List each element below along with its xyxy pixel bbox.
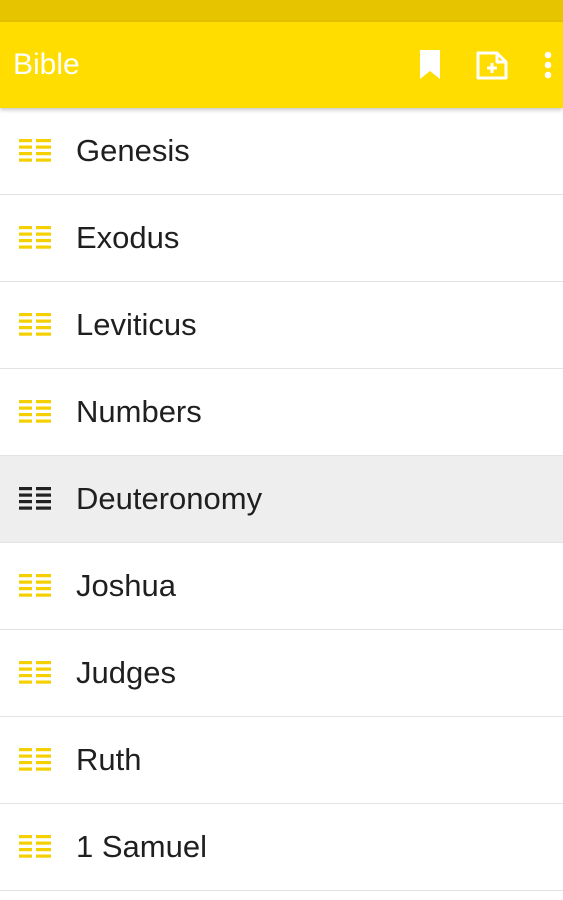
book-list-icon bbox=[19, 835, 51, 861]
book-label: Deuteronomy bbox=[76, 481, 263, 516]
book-label: Genesis bbox=[76, 133, 190, 168]
bookmark-icon bbox=[418, 50, 442, 80]
book-list-item[interactable]: Exodus bbox=[0, 195, 563, 282]
add-note-icon bbox=[476, 50, 508, 80]
book-list-item[interactable]: 1 Samuel bbox=[0, 804, 563, 891]
book-list-icon bbox=[19, 487, 51, 513]
book-list-icon bbox=[19, 313, 51, 339]
book-label: 1 Samuel bbox=[76, 829, 207, 864]
book-list-item[interactable]: Numbers bbox=[0, 369, 563, 456]
book-label: Ruth bbox=[76, 742, 142, 777]
book-list-item[interactable]: Judges bbox=[0, 630, 563, 717]
status-bar bbox=[0, 0, 563, 22]
book-list-item[interactable]: Deuteronomy bbox=[0, 456, 563, 543]
book-list-icon bbox=[19, 400, 51, 426]
book-label: Exodus bbox=[76, 220, 180, 255]
add-note-button[interactable] bbox=[468, 22, 516, 108]
book-list-item[interactable]: Genesis bbox=[0, 108, 563, 195]
book-label: Numbers bbox=[76, 394, 202, 429]
book-label: Judges bbox=[76, 655, 176, 690]
more-vert-icon bbox=[544, 51, 552, 79]
book-list-item[interactable]: Ruth bbox=[0, 717, 563, 804]
book-label: Leviticus bbox=[76, 307, 197, 342]
book-list-item[interactable]: Leviticus bbox=[0, 282, 563, 369]
book-list: Genesis Exodus Leviticus Numbers Deuteronomy… bbox=[0, 108, 563, 891]
bookmark-button[interactable] bbox=[408, 22, 452, 108]
book-label: Joshua bbox=[76, 568, 176, 603]
book-list-icon bbox=[19, 574, 51, 600]
book-list-icon bbox=[19, 226, 51, 252]
app-bar: Bible bbox=[0, 22, 563, 108]
book-list-icon bbox=[19, 748, 51, 774]
more-options-button[interactable] bbox=[532, 22, 563, 108]
book-list-item[interactable]: Joshua bbox=[0, 543, 563, 630]
app-title: Bible bbox=[13, 48, 80, 81]
book-list-icon bbox=[19, 661, 51, 687]
book-list-icon bbox=[19, 139, 51, 165]
